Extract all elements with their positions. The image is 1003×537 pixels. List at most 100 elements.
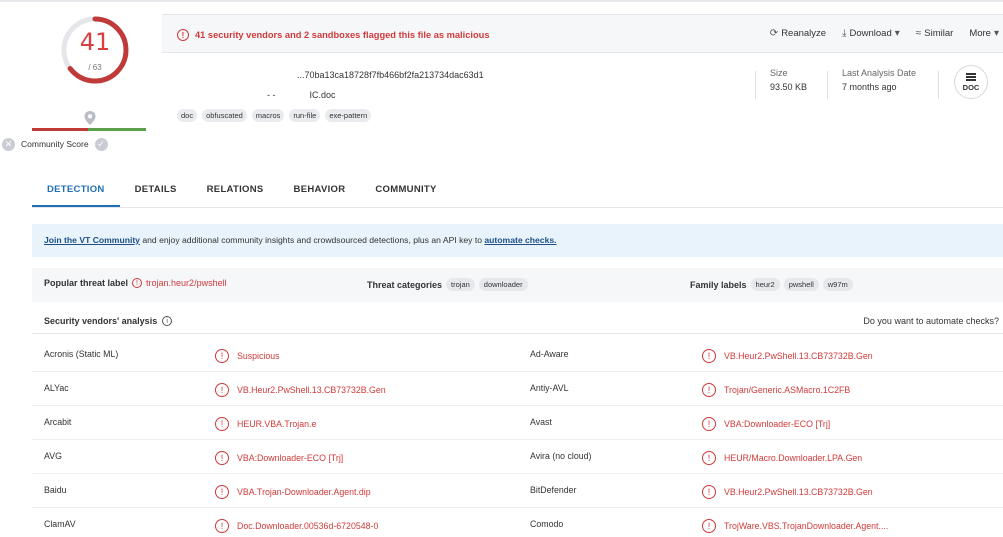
download-button[interactable]: ⤓ Download ▾ xyxy=(842,28,900,39)
threat-categories: Threat categories trojan downloader xyxy=(367,278,528,291)
vendor-name: Comodo xyxy=(530,519,564,529)
alert-icon: ! xyxy=(702,519,716,533)
family-label: Family labels xyxy=(690,279,747,290)
alert-icon: ! xyxy=(215,417,229,431)
join-community-link[interactable]: Join the VT Community xyxy=(44,235,140,245)
table-row: Baidu ! VBA.Trojan-Downloader.Agent.dip B… xyxy=(32,474,1003,508)
table-row: Acronis (Static ML) ! Suspicious Ad-Aware… xyxy=(32,338,1003,372)
alert-icon: ! xyxy=(215,485,229,499)
vendor-result: ! VB.Heur2.PwShell.13.CB73732B.Gen xyxy=(215,383,386,397)
vendor-result: ! Doc.Downloader.00536d-6720548-0 xyxy=(215,519,378,533)
file-name: - - IC.doc xyxy=(267,90,336,100)
table-row: ClamAV ! Doc.Downloader.00536d-6720548-0 … xyxy=(32,508,1003,537)
tag[interactable]: obfuscated xyxy=(202,109,247,122)
tag[interactable]: doc xyxy=(177,109,198,122)
tab-community[interactable]: COMMUNITY xyxy=(375,184,436,208)
result-text: HEUR/Macro.Downloader.LPA.Gen xyxy=(724,453,863,463)
community-score-label: Community Score xyxy=(21,139,89,149)
divider xyxy=(827,71,828,99)
result-text: VB.Heur2.PwShell.13.CB73732B.Gen xyxy=(724,487,873,497)
size-label: Size xyxy=(770,68,788,78)
vendor-result: ! VBA:Downloader-ECO [Trj] xyxy=(215,451,343,465)
file-name-prefix: - - xyxy=(267,90,276,100)
file-hash[interactable]: ...70ba13ca18728f7fb466bf2fa213734dac63d… xyxy=(297,70,484,80)
result-text: VBA.Trojan-Downloader.Agent.dip xyxy=(237,487,371,497)
download-label: Download xyxy=(849,28,892,39)
community-score-bar xyxy=(32,128,146,131)
result-text: Suspicious xyxy=(237,351,280,361)
vendor-name: Avast xyxy=(530,417,552,427)
vendor-name: BitDefender xyxy=(530,485,577,495)
tag[interactable]: exe-pattern xyxy=(325,109,372,122)
info-icon[interactable]: i xyxy=(162,316,173,326)
categories-label: Threat categories xyxy=(367,279,443,290)
result-text: VB.Heur2.PwShell.13.CB73732B.Gen xyxy=(237,385,386,395)
vendors-title: Security vendors' analysis i xyxy=(44,316,173,326)
alert-icon: ! xyxy=(215,383,229,397)
family-pill[interactable]: pwshell xyxy=(783,278,819,291)
vendor-name: Avira (no cloud) xyxy=(530,451,592,461)
vendor-result: ! Suspicious xyxy=(215,349,280,363)
vendor-result: ! VB.Heur2.PwShell.13.CB73732B.Gen xyxy=(702,349,873,363)
doc-lines xyxy=(966,72,976,81)
result-text: Doc.Downloader.00536d-6720548-0 xyxy=(237,521,379,531)
vendor-result: ! Trojan/Generic.ASMacro.1C2FB xyxy=(702,383,850,397)
vendor-name: Antiy-AVL xyxy=(530,383,569,393)
banner-text: and enjoy additional community insights … xyxy=(139,235,485,245)
family-pill[interactable]: w97m xyxy=(822,278,853,291)
vendor-name: Arcabit xyxy=(44,417,72,427)
similar-icon: ≈ xyxy=(915,28,922,39)
alert-icon: ! xyxy=(702,451,716,465)
family-pill[interactable]: heur2 xyxy=(750,278,780,291)
vendors-header: Security vendors' analysis i Do you want… xyxy=(32,310,1003,334)
reanalyze-button[interactable]: ⟳ Reanalyze xyxy=(770,28,826,39)
tag[interactable]: run-file xyxy=(289,109,321,122)
caret-down-icon: ▾ xyxy=(894,28,900,39)
vendor-result: ! VBA.Trojan-Downloader.Agent.dip xyxy=(215,485,371,499)
automate-checks-prompt[interactable]: Do you want to automate checks? xyxy=(863,316,999,326)
alert-icon: ! xyxy=(132,278,143,288)
detections-count: 41 xyxy=(79,28,111,56)
category-pill[interactable]: trojan xyxy=(446,278,475,291)
check-icon[interactable]: ✓ xyxy=(94,137,108,151)
negative-votes-bar xyxy=(32,128,88,131)
date-label: Last Analysis Date xyxy=(842,68,917,78)
threat-summary: Popular threat label ! trojan.heur2/pwsh… xyxy=(32,268,1003,302)
result-text: VBA:Downloader-ECO [Trj] xyxy=(724,419,831,429)
alert-icon: ! xyxy=(702,349,716,363)
file-tags: doc obfuscated macros run-file exe-patte… xyxy=(177,109,372,122)
popular-label: Popular threat label xyxy=(44,278,129,288)
popular-value[interactable]: trojan.heur2/pwshell xyxy=(146,278,227,288)
tab-relations[interactable]: RELATIONS xyxy=(207,184,264,208)
vendor-name: Ad-Aware xyxy=(530,349,569,359)
family-labels: Family labels heur2 pwshell w97m xyxy=(690,278,853,291)
tag[interactable]: macros xyxy=(251,109,285,122)
result-text: TrojWare.VBS.TrojanDownloader.Agent.... xyxy=(724,521,889,531)
divider xyxy=(755,71,756,99)
vendor-name: Baidu xyxy=(44,485,67,495)
file-size: Size 93.50 KB xyxy=(770,68,807,92)
alert-icon: ! xyxy=(702,417,716,431)
alert-icon: ! xyxy=(215,519,229,533)
similar-button[interactable]: ≈ Similar xyxy=(916,28,954,39)
malicious-alert: ! 41 security vendors and 2 sandboxes fl… xyxy=(177,29,490,41)
x-icon[interactable]: ✕ xyxy=(2,137,15,151)
vendor-name: ALYac xyxy=(44,383,69,393)
vendor-result: ! HEUR.VBA.Trojan.e xyxy=(215,417,316,431)
file-name-text: IC.doc xyxy=(309,90,336,100)
alert-icon: ! xyxy=(702,383,716,397)
more-button[interactable]: More ▾ xyxy=(969,28,999,39)
tab-details[interactable]: DETAILS xyxy=(135,184,177,208)
category-pill[interactable]: downloader xyxy=(478,278,528,291)
tab-behavior[interactable]: BEHAVIOR xyxy=(294,184,346,208)
vendors-title-text: Security vendors' analysis xyxy=(44,316,158,326)
result-text: Trojan/Generic.ASMacro.1C2FB xyxy=(724,385,851,395)
vendor-result: ! TrojWare.VBS.TrojanDownloader.Agent.... xyxy=(702,519,888,533)
size-value: 93.50 KB xyxy=(770,82,808,92)
alert-icon: ! xyxy=(215,349,229,363)
divider xyxy=(938,71,939,99)
top-border xyxy=(0,0,1003,2)
alert-icon: ! xyxy=(702,485,716,499)
automate-checks-link[interactable]: automate checks. xyxy=(484,235,556,245)
community-banner: Join the VT Community and enjoy addition… xyxy=(32,224,1003,257)
